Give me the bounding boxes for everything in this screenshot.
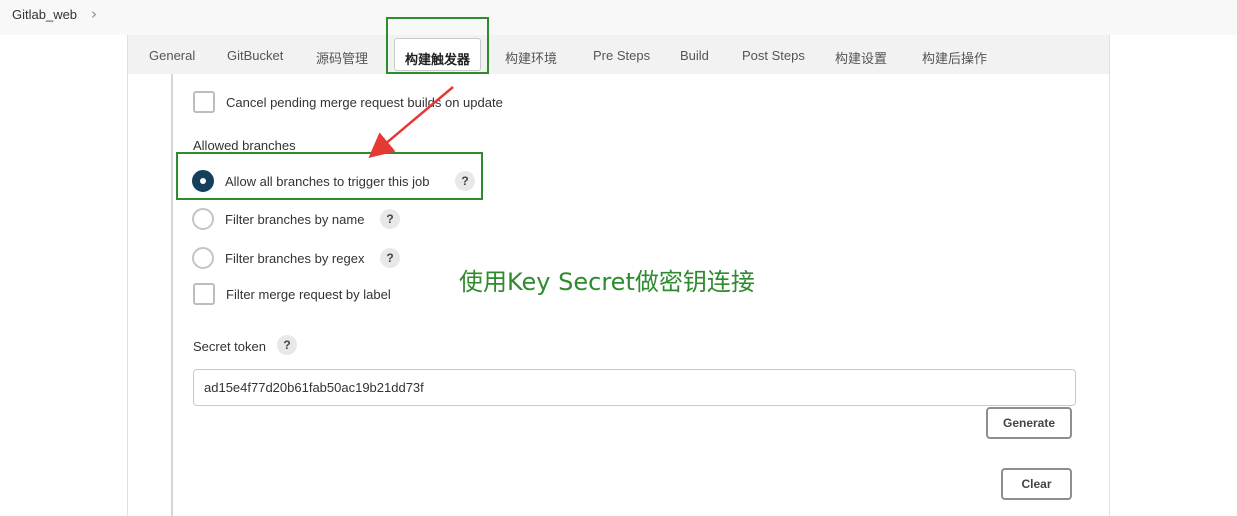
tab-highlight-box <box>386 17 489 74</box>
help-icon[interactable]: ? <box>380 209 400 229</box>
tab-build-environment[interactable]: 构建环境 <box>505 48 557 67</box>
tab-bar: General GitBucket 源码管理 构建触发器 构建环境 Pre St… <box>128 35 1109 74</box>
top-breadcrumb-bar: Gitlab_web › <box>0 0 1237 35</box>
tab-pre-steps[interactable]: Pre Steps <box>593 48 650 63</box>
cancel-pending-checkbox[interactable] <box>193 91 215 113</box>
secret-token-label: Secret token <box>193 339 266 354</box>
tab-gitbucket[interactable]: GitBucket <box>227 48 283 63</box>
filter-by-label-label: Filter merge request by label <box>226 287 391 302</box>
clear-button[interactable]: Clear <box>1001 468 1072 500</box>
filter-by-regex-label: Filter branches by regex <box>225 251 365 266</box>
cancel-pending-label: Cancel pending merge request builds on u… <box>226 95 503 110</box>
breadcrumb-job[interactable]: Gitlab_web <box>12 7 77 22</box>
filter-by-label-checkbox[interactable] <box>193 283 215 305</box>
help-icon[interactable]: ? <box>380 248 400 268</box>
tab-post-build-actions[interactable]: 构建后操作 <box>922 48 987 67</box>
filter-by-regex-radio[interactable] <box>192 247 214 269</box>
option-highlight-box <box>176 152 483 200</box>
tab-post-steps[interactable]: Post Steps <box>742 48 805 63</box>
section-divider <box>171 74 173 516</box>
allowed-branches-heading: Allowed branches <box>193 138 296 153</box>
filter-by-name-label: Filter branches by name <box>225 212 365 227</box>
filter-by-name-radio[interactable] <box>192 208 214 230</box>
tab-build[interactable]: Build <box>680 48 709 63</box>
tab-general[interactable]: General <box>149 48 195 63</box>
help-icon[interactable]: ? <box>277 335 297 355</box>
tab-build-settings[interactable]: 构建设置 <box>835 48 887 67</box>
chevron-right-icon[interactable]: › <box>91 5 97 23</box>
secret-token-input[interactable] <box>193 369 1076 406</box>
annotation-text: 使用Key Secret做密钥连接 <box>459 268 755 296</box>
tab-source-management[interactable]: 源码管理 <box>316 48 368 67</box>
generate-button[interactable]: Generate <box>986 407 1072 439</box>
